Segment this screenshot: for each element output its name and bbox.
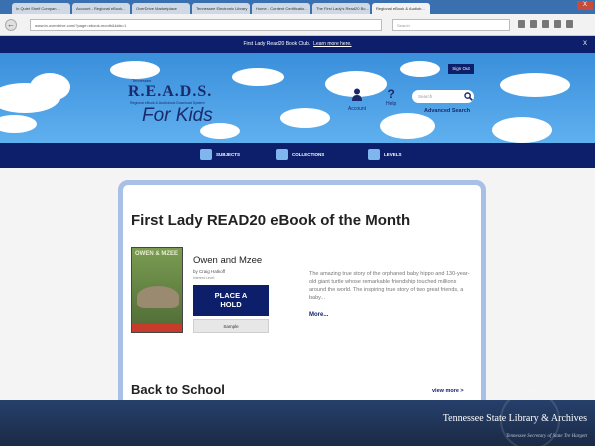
cloud-decoration [380,113,435,139]
main-nav: SUBJECTS COLLECTIONS LEVELS [0,143,595,168]
browser-tab[interactable]: OverDrive Marketplace [132,3,190,14]
browser-tab-active[interactable]: Regional eBook & Audiob... [372,3,430,14]
book-description: The amazing true story of the orphaned b… [309,271,470,301]
cloud-decoration [30,73,70,101]
levels-books-icon [368,149,380,160]
nav-subjects[interactable]: SUBJECTS [200,149,240,160]
account-label: Account [348,106,367,112]
book-title[interactable]: Owen and Mzee [193,255,262,266]
more-link[interactable]: More... [309,312,328,318]
main-content: First Lady READ20 eBook of the Month OWE… [0,168,595,420]
cloud-decoration [0,115,37,133]
nav-collections-label: COLLECTIONS [292,152,325,157]
notice-close-icon[interactable]: X [583,36,587,53]
logo-reads: R.E.A.D.S. [128,83,213,100]
browser-toolbar-icons [518,20,573,28]
window-close-button[interactable]: X [577,1,593,10]
place-hold-button[interactable]: PLACE A HOLD [193,285,269,316]
help-link[interactable]: ? Help [386,87,397,108]
browser-tab[interactable]: Account - Regional eBook... [72,3,130,14]
browser-tab-bar: In Quiet Shelf Compan... Account - Regio… [0,0,595,14]
nav-collections[interactable]: COLLECTIONS [276,149,324,160]
nav-levels[interactable]: LEVELS [368,149,402,160]
cover-title: OWEN & MZEE [135,251,178,257]
cloud-decoration [492,117,552,143]
download-icon[interactable] [542,20,549,28]
featured-panel: First Lady READ20 eBook of the Month OWE… [118,180,486,420]
book-cover[interactable]: OWEN & MZEE [131,247,183,333]
browser-search-input[interactable]: Search [392,19,510,31]
place-hold-line1: PLACE A [214,291,248,300]
presentation-footer: Tennessee State Library & Archives Tenne… [0,390,595,446]
notice-text: First Lady Read20 Book Club. [243,41,311,47]
section-title: First Lady READ20 eBook of the Month [131,212,411,229]
section-title-back-to-school: Back to School [131,382,225,397]
address-bar[interactable]: www.tn.overdrive.com/?page=ebook-month&k… [30,19,382,31]
view-more-link[interactable]: view more > [432,388,464,394]
site-header: Tennessee R.E.A.D.S. Regional eBook & Au… [0,53,595,143]
cloud-decoration [110,61,160,79]
subjects-book-icon [200,149,212,160]
cloud-decoration [400,61,440,77]
browser-tab[interactable]: In Quiet Shelf Compan... [12,3,70,14]
collections-bookmark-icon [276,149,288,160]
sign-out-button[interactable]: Sign Out [448,64,474,74]
logo-for-kids: For Kids [142,105,213,126]
footer-subtitle: Tennessee Secretary of State Tre Hargett [505,434,587,439]
cloud-decoration [500,73,570,97]
help-icon: ? [387,87,395,101]
back-arrow-icon[interactable]: ← [5,19,17,31]
footer-organization: Tennessee State Library & Archives [442,413,587,424]
account-link[interactable]: Account [348,88,366,112]
book-author[interactable]: by Craig Hatkoff [193,269,225,274]
reading-list-icon[interactable] [530,20,537,28]
search-icon[interactable] [464,92,473,101]
nav-levels-label: LEVELS [384,152,402,157]
menu-icon[interactable] [566,20,573,28]
cover-turtle-image [137,286,179,308]
place-hold-line2: HOLD [220,300,242,309]
cloud-decoration [280,108,330,128]
cover-publisher-band [132,324,182,332]
help-label: Help [386,101,397,107]
notice-bar: First Lady Read20 Book Club. Learn more h… [0,36,595,53]
star-icon[interactable] [518,20,525,28]
home-icon[interactable] [554,20,561,28]
browser-tab[interactable]: Home - Content Certificatio... [252,3,310,14]
nav-subjects-label: SUBJECTS [216,152,241,157]
book-interest-level: Interest Level: [193,276,215,280]
advanced-search-link[interactable]: Advanced Search [424,108,470,114]
browser-tab[interactable]: The First Lady's Read20 Bo... [312,3,370,14]
browser-toolbar: ← www.tn.overdrive.com/?page=ebook-month… [0,14,595,36]
reads-for-kids-logo[interactable]: Tennessee R.E.A.D.S. Regional eBook & Au… [128,78,248,138]
sample-button[interactable]: Sample [193,319,269,333]
notice-link[interactable]: Learn more here. [313,41,351,47]
account-icon [352,88,363,101]
screen: In Quiet Shelf Compan... Account - Regio… [0,0,595,446]
browser-tab[interactable]: Tennessee Electronic Library [192,3,250,14]
